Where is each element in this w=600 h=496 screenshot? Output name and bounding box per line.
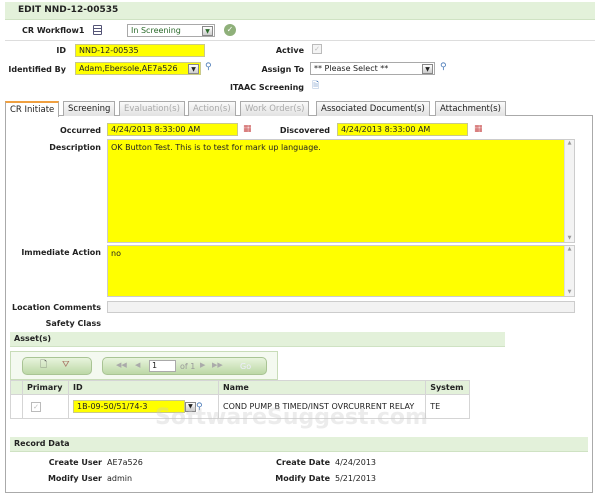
assign-to-value: ** Please Select ** <box>314 64 389 73</box>
safety-class-label: Safety Class <box>45 319 101 328</box>
modify-date-value: 5/21/2013 <box>335 474 377 483</box>
occurred-field[interactable]: 4/24/2013 8:33:00 AM <box>107 123 238 136</box>
create-user-value: AE7a526 <box>107 458 143 467</box>
user-lookup-icon[interactable]: ⚲ <box>205 62 212 72</box>
tab-attachments[interactable]: Attachment(s) <box>435 101 506 116</box>
calendar-icon[interactable]: ▦ <box>474 124 483 134</box>
pager-of-label: of 1 <box>180 362 196 371</box>
assign-to-select[interactable]: ** Please Select ** ▼ <box>310 62 435 75</box>
identified-by-label: Identified By <box>8 65 66 74</box>
tab-work-orders[interactable]: Work Order(s) <box>240 101 310 116</box>
identified-by-value: Adam,Ebersole,AE7a526 <box>79 64 178 73</box>
asset-actions-group <box>22 357 92 375</box>
pager-prev-icon[interactable]: ◀ <box>135 361 140 369</box>
description-textarea[interactable]: OK Button Test. This is to test for mark… <box>107 139 575 243</box>
primary-checkbox[interactable]: ✓ <box>31 401 41 412</box>
filter-clear-icon[interactable]: ⛛ <box>62 360 70 370</box>
active-label: Active <box>275 46 304 55</box>
new-document-icon[interactable]: 🗋 <box>40 360 47 370</box>
col-id: ID <box>67 380 219 395</box>
discovered-label: Discovered <box>279 126 330 135</box>
tab-associated-documents[interactable]: Associated Document(s) <box>316 101 430 116</box>
col-system: System <box>425 380 470 395</box>
assets-header: Asset(s) <box>10 332 505 347</box>
primary-cell: ✓ <box>22 394 69 419</box>
col-primary: Primary <box>22 380 69 395</box>
workflow-status-select[interactable]: In Screening ▼ <box>127 24 215 37</box>
id-label: ID <box>56 46 66 55</box>
divider <box>5 40 595 41</box>
tab-actions[interactable]: Action(s) <box>188 101 236 116</box>
modify-user-label: Modify User <box>47 474 102 483</box>
chevron-down-icon: ▼ <box>188 64 199 74</box>
workflow-status-value: In Screening <box>131 26 181 35</box>
record-data-header: Record Data <box>10 437 588 452</box>
occurred-label: Occurred <box>59 126 101 135</box>
pager-first-icon[interactable]: ◀◀ <box>116 361 127 369</box>
pager-last-icon[interactable]: ▶▶ <box>212 361 223 369</box>
identified-by-select[interactable]: Adam,Ebersole,AE7a526 ▼ <box>75 62 201 75</box>
chevron-down-icon: ▼ <box>422 64 433 74</box>
id-field[interactable]: NND-12-00535 <box>75 44 205 57</box>
active-checkbox[interactable]: ✓ <box>312 44 322 54</box>
tab-evaluations[interactable]: Evaluation(s) <box>119 101 185 116</box>
col-name: Name <box>217 380 427 395</box>
location-comments-label: Location Comments <box>11 303 101 312</box>
modify-date-label: Modify Date <box>275 474 330 483</box>
asset-id-value: 1B-09-50/51/74-3 <box>76 402 148 411</box>
page-header: EDIT NND-12-00535 <box>5 2 595 20</box>
tab-cr-initiate[interactable]: CR Initiate <box>5 101 60 117</box>
scrollbar[interactable]: ▲ ▼ <box>564 246 574 296</box>
description-label: Description <box>49 143 101 152</box>
assign-to-label: Assign To <box>261 65 304 74</box>
calendar-icon[interactable]: ▦ <box>243 124 252 134</box>
workflow-label: CR Workflow1 <box>22 26 85 35</box>
table-header-row: Primary ID Name System <box>10 380 470 395</box>
document-icon[interactable]: 🗎 <box>312 81 319 91</box>
discovered-field[interactable]: 4/24/2013 8:33:00 AM <box>337 123 468 136</box>
create-user-label: Create User <box>48 458 102 467</box>
itaac-label: ITAAC Screening <box>229 83 304 92</box>
create-date-value: 4/24/2013 <box>335 458 377 467</box>
pager-next-icon[interactable]: ▶ <box>200 361 205 369</box>
col-blank <box>10 380 23 395</box>
immediate-action-value: no <box>111 249 121 258</box>
create-date-label: Create Date <box>276 458 330 467</box>
location-comments-field[interactable] <box>107 301 575 313</box>
asset-system-cell: TE <box>425 394 470 419</box>
check-circle-icon[interactable]: ✓ <box>224 24 236 36</box>
watermark: SoftwareSuggest.com <box>155 405 428 430</box>
row-blank <box>10 394 23 419</box>
pager-page-input[interactable]: 1 <box>149 360 176 372</box>
workflow-list-icon[interactable] <box>93 25 102 35</box>
immediate-action-textarea[interactable]: no ▲ ▼ <box>107 245 575 297</box>
description-value: OK Button Test. This is to test for mark… <box>111 143 321 152</box>
modify-user-value: admin <box>107 474 133 483</box>
pager-go-button[interactable]: Go <box>240 362 251 371</box>
chevron-down-icon: ▼ <box>202 26 213 36</box>
scrollbar[interactable]: ▲ ▼ <box>564 140 574 242</box>
user-lookup-icon[interactable]: ⚲ <box>440 62 447 72</box>
immediate-action-label: Immediate Action <box>21 248 101 257</box>
tab-screening[interactable]: Screening <box>63 101 116 116</box>
